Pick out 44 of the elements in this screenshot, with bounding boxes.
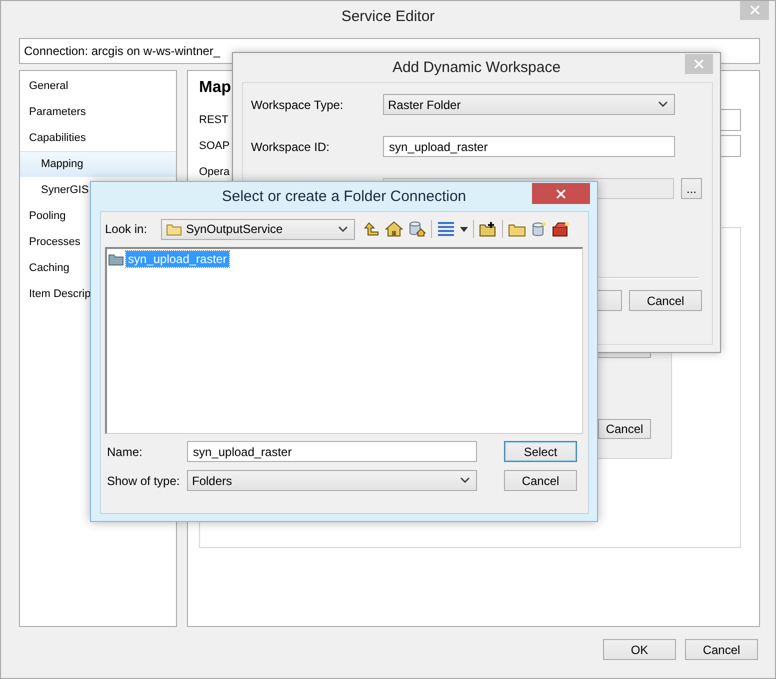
- section-heading: Map: [199, 79, 231, 98]
- dialog-button[interactable]: Cancel: [685, 639, 758, 660]
- chevron-down-icon: [460, 477, 470, 484]
- field-label: Workspace ID:: [251, 140, 330, 154]
- sidebar-item[interactable]: General: [20, 73, 176, 99]
- close-icon: [556, 188, 566, 198]
- folder-icon: [108, 252, 124, 266]
- type-dropdown[interactable]: Folders: [187, 470, 477, 491]
- up-arrow-icon[interactable]: [364, 221, 380, 237]
- field-label: REST: [199, 114, 228, 126]
- folder-icon: [166, 222, 182, 236]
- field-label: Workspace Type:: [251, 98, 344, 112]
- close-button[interactable]: [532, 183, 590, 204]
- chevron-down-icon: [658, 101, 668, 108]
- field-label: SOAP: [199, 140, 230, 152]
- name-field[interactable]: syn_upload_raster: [187, 441, 477, 462]
- dialog-title: Select or create a Folder Connection: [222, 188, 466, 205]
- look-in-dropdown[interactable]: SynOutputService: [161, 218, 355, 240]
- sidebar-item[interactable]: Parameters: [20, 99, 176, 125]
- sidebar-item[interactable]: Capabilities: [20, 125, 176, 151]
- workspace-type-dropdown[interactable]: Raster Folder: [383, 94, 675, 115]
- toolbox-icon[interactable]: [552, 221, 570, 237]
- browse-button[interactable]: ...: [681, 178, 702, 199]
- cancel-button[interactable]: Cancel: [629, 290, 702, 311]
- field-label: Name:: [106, 444, 144, 458]
- chevron-down-icon: [338, 226, 348, 232]
- database-icon[interactable]: [408, 221, 426, 237]
- sidebar-item[interactable]: Mapping: [20, 151, 176, 177]
- dialog-button[interactable]: OK: [603, 639, 676, 660]
- home-icon[interactable]: [385, 221, 403, 237]
- select-button[interactable]: Select: [504, 441, 577, 462]
- window-title: Service Editor: [341, 8, 435, 24]
- database-icon[interactable]: [531, 221, 547, 237]
- workspace-id-field[interactable]: syn_upload_raster: [383, 136, 675, 157]
- cancel-button[interactable]: Cancel: [504, 470, 577, 491]
- close-icon: [694, 59, 704, 69]
- caret-icon[interactable]: [460, 226, 468, 232]
- cancel-button[interactable]: Cancel: [598, 419, 651, 439]
- list-view-icon[interactable]: [437, 221, 455, 237]
- field-label: Show of type:: [106, 474, 181, 488]
- field-label: Look in:: [105, 222, 148, 236]
- close-icon: [750, 5, 760, 15]
- field-label: Opera: [199, 166, 230, 178]
- add-folder-icon[interactable]: [479, 221, 497, 237]
